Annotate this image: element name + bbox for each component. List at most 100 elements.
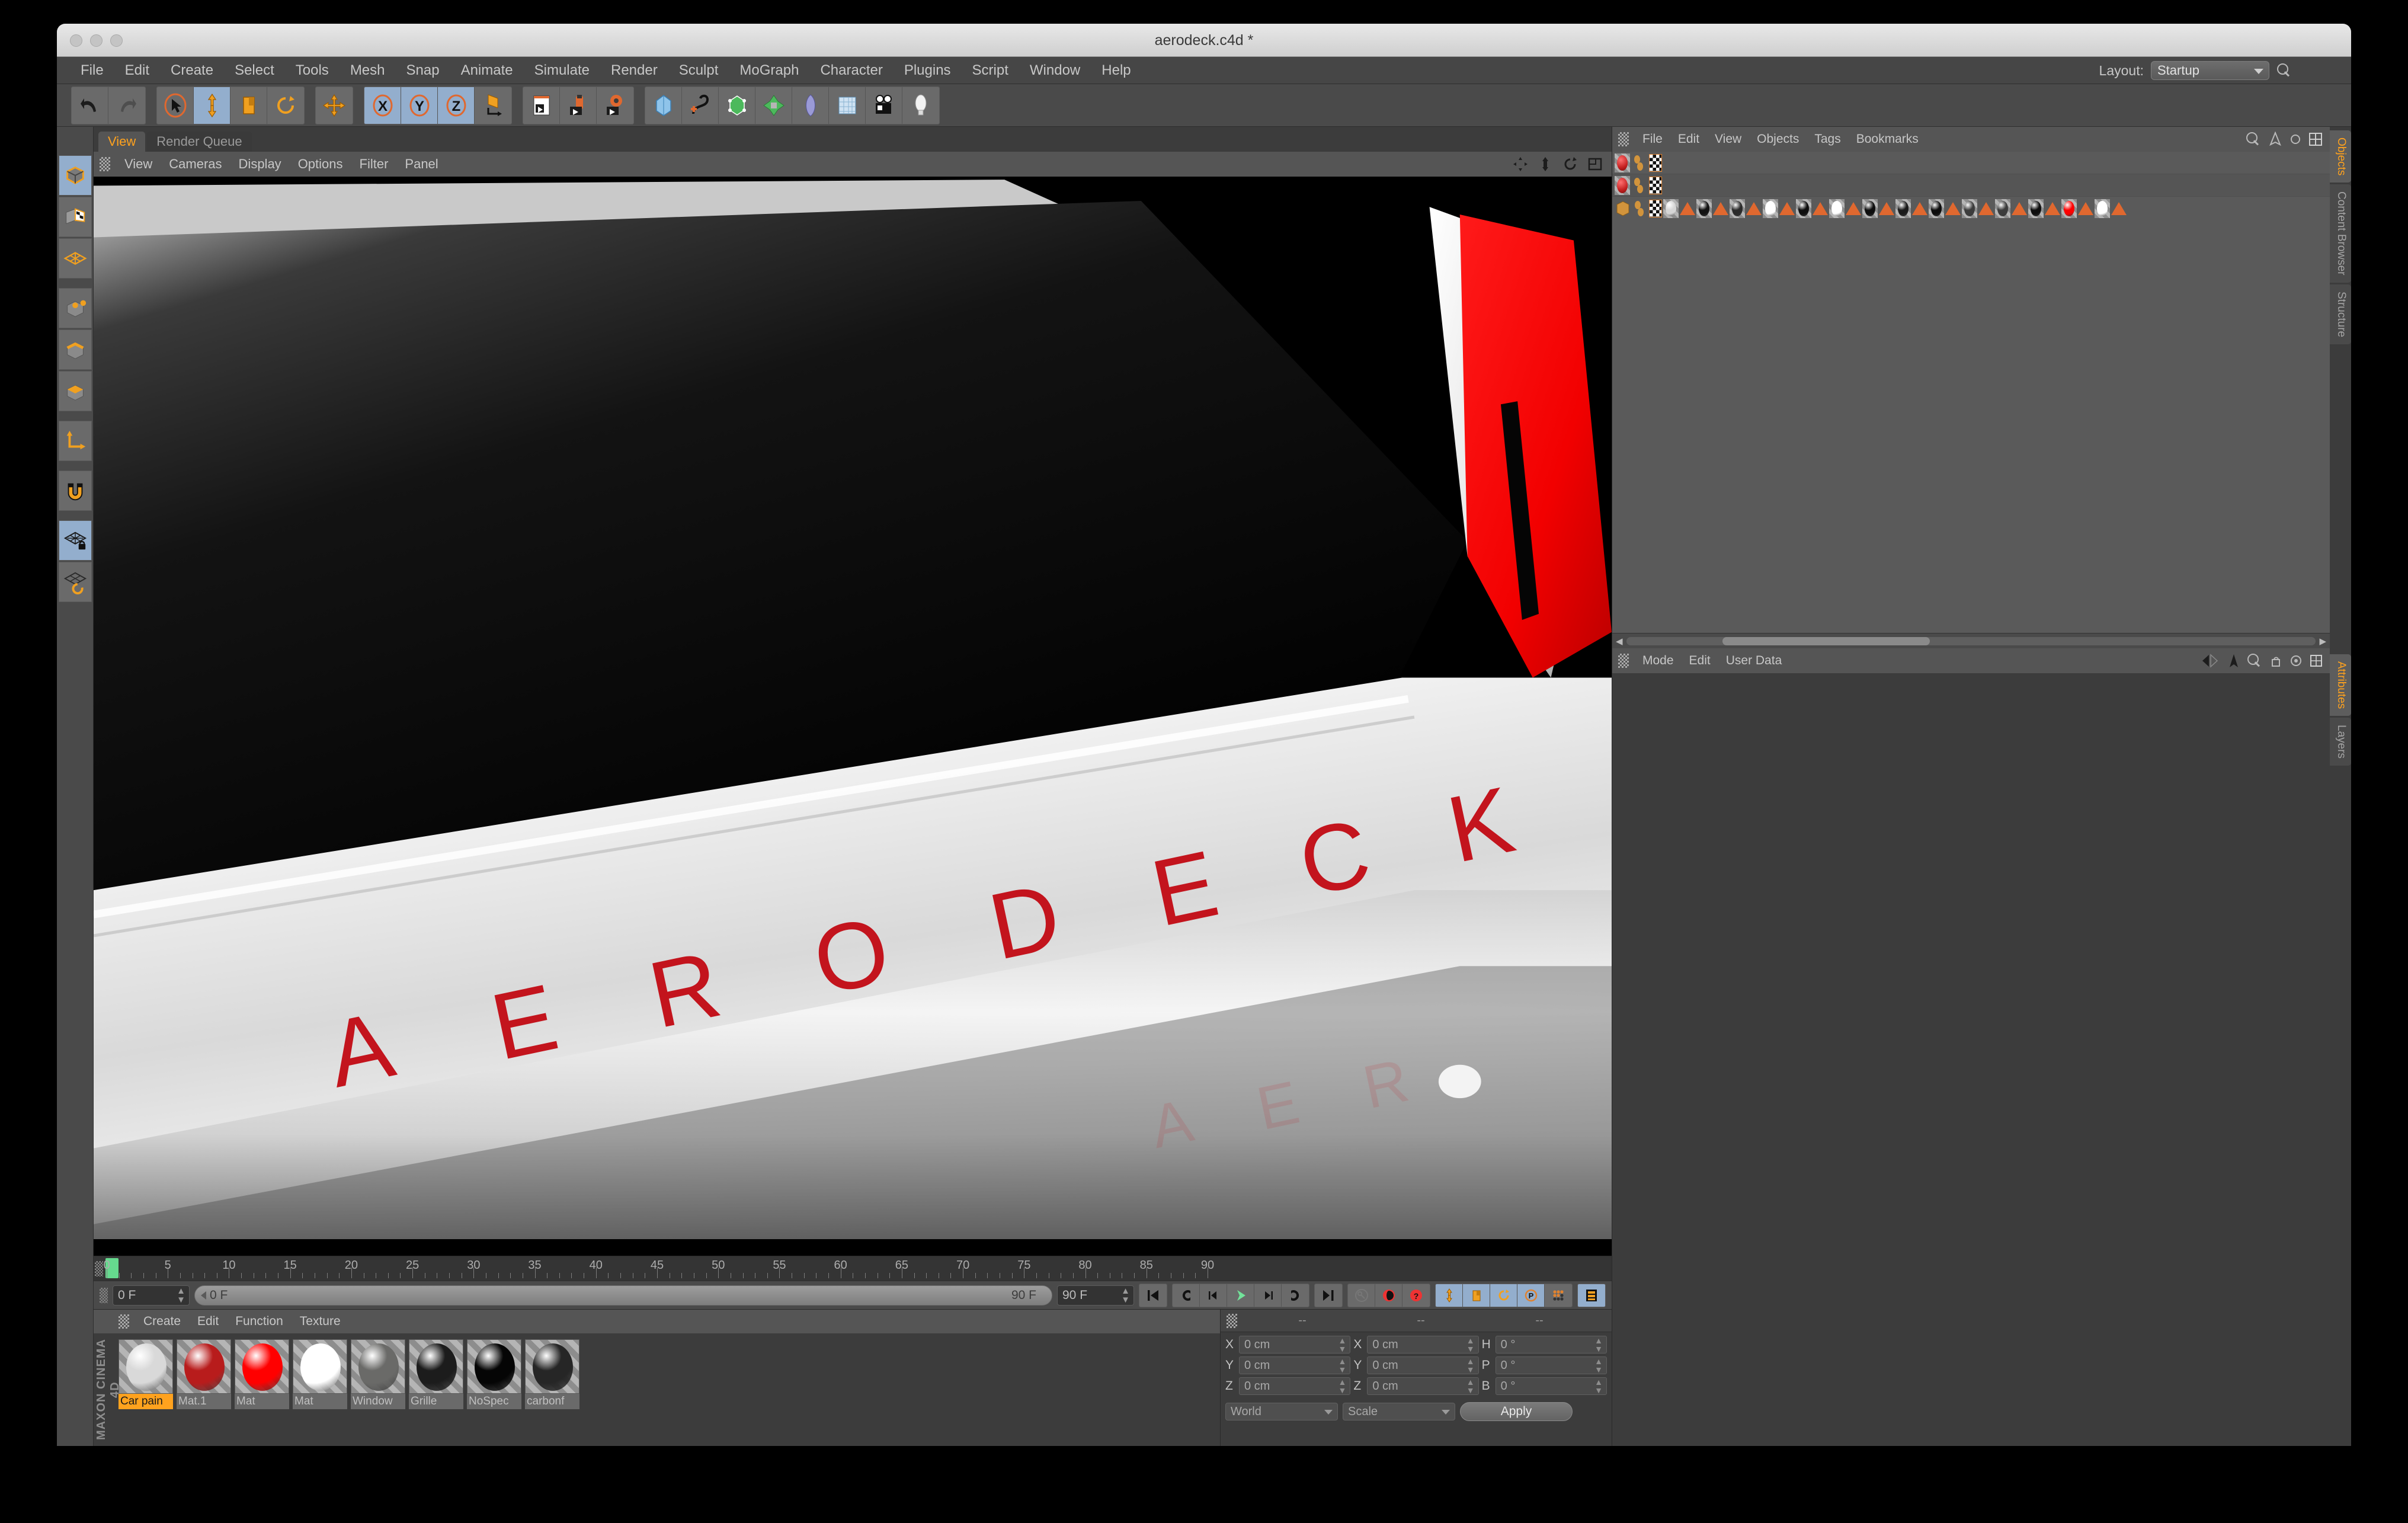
model-mode-button[interactable] <box>58 155 92 196</box>
material-tag-swatch[interactable] <box>1829 199 1845 218</box>
object-menu-bookmarks[interactable]: Bookmarks <box>1849 132 1926 146</box>
object-menu-objects[interactable]: Objects <box>1749 132 1807 146</box>
material-thumbnail[interactable] <box>525 1339 579 1394</box>
scrollbar-thumb[interactable] <box>1722 636 1930 645</box>
material-thumbnail[interactable] <box>177 1339 231 1394</box>
material-menu-edit[interactable]: Edit <box>189 1314 227 1329</box>
object-icon[interactable] <box>1615 199 1631 219</box>
material-tag-swatch[interactable] <box>2028 199 2044 218</box>
viewport-menu-panel[interactable]: Panel <box>396 156 446 172</box>
material-tag-swatch[interactable] <box>2061 199 2077 218</box>
panel-grip-icon[interactable] <box>119 1314 129 1329</box>
circle-icon[interactable] <box>2289 133 2301 145</box>
menu-item-mograph[interactable]: MoGraph <box>729 57 809 84</box>
window-controls[interactable] <box>70 34 123 47</box>
material-name[interactable]: carbonf <box>525 1394 579 1409</box>
scroll-left-icon[interactable]: ◀ <box>1616 636 1623 647</box>
material-name[interactable]: Grille <box>409 1394 463 1409</box>
coordinate-rot-input[interactable]: 0 ° ▲ ▼ <box>1495 1336 1607 1354</box>
pan-icon[interactable] <box>1512 156 1529 172</box>
material-menu-texture[interactable]: Texture <box>292 1314 349 1329</box>
attribute-menu-user-data[interactable]: User Data <box>1718 654 1790 668</box>
record-scale-button[interactable] <box>1463 1284 1490 1307</box>
back-forward-icon[interactable] <box>2201 654 2221 668</box>
record-position-button[interactable] <box>1436 1284 1463 1307</box>
spinner-icon[interactable]: ▲ ▼ <box>1594 1357 1603 1374</box>
menu-item-mesh[interactable]: Mesh <box>340 57 396 84</box>
texture-projection-icon[interactable] <box>1945 202 1961 215</box>
planar-workplane-button[interactable] <box>58 562 92 602</box>
pin-icon[interactable] <box>2228 653 2240 668</box>
material-item[interactable]: NoSpec <box>467 1339 521 1409</box>
rotate-icon[interactable] <box>1562 156 1578 172</box>
render-view-button[interactable] <box>523 87 560 124</box>
material-item[interactable]: Window <box>351 1339 405 1409</box>
zoom-button[interactable] <box>110 34 123 47</box>
texture-projection-icon[interactable] <box>1846 202 1861 215</box>
texture-projection-icon[interactable] <box>1680 202 1695 215</box>
object-material-swatch[interactable] <box>1615 153 1630 172</box>
scale-tool[interactable] <box>230 87 267 124</box>
material-thumbnail[interactable] <box>351 1339 405 1394</box>
object-list[interactable] <box>1612 152 2330 633</box>
add-scene-button[interactable] <box>792 87 829 124</box>
material-name[interactable]: NoSpec <box>467 1394 521 1409</box>
material-item[interactable]: Mat <box>235 1339 289 1409</box>
spinner-icon[interactable]: ▲ ▼ <box>1338 1378 1346 1394</box>
coordinate-size-input[interactable]: 0 cm ▲ ▼ <box>1367 1356 1479 1374</box>
viewport-menu-view[interactable]: View <box>116 156 161 172</box>
live-selection-tool[interactable] <box>157 87 194 124</box>
coordinate-pos-input[interactable]: 0 cm ▲ ▼ <box>1239 1377 1351 1395</box>
table-row[interactable] <box>1612 174 2330 197</box>
keyframe-dots-button[interactable] <box>1545 1284 1572 1307</box>
coordinate-rot-input[interactable]: 0 ° ▲ ▼ <box>1495 1356 1607 1374</box>
spinner-icon[interactable]: ▲ ▼ <box>1466 1357 1475 1374</box>
material-thumbnail[interactable] <box>409 1339 463 1394</box>
menu-item-window[interactable]: Window <box>1019 57 1091 84</box>
add-generator-button[interactable] <box>719 87 755 124</box>
go-to-end-button[interactable] <box>1315 1284 1342 1307</box>
texture-projection-icon[interactable] <box>1879 202 1894 215</box>
panel-grip-icon[interactable] <box>1618 654 1629 668</box>
tag-icon[interactable] <box>1632 199 1648 218</box>
material-item[interactable]: Mat.1 <box>177 1339 231 1409</box>
menu-item-help[interactable]: Help <box>1091 57 1141 84</box>
play-loop-button[interactable] <box>1282 1284 1309 1307</box>
material-tag-swatch[interactable] <box>1763 199 1778 218</box>
panel-grip-icon[interactable] <box>1618 132 1629 146</box>
autokey-button[interactable] <box>1348 1284 1375 1307</box>
object-material-swatch[interactable] <box>1615 175 1630 195</box>
add-deformer-button[interactable] <box>755 87 792 124</box>
menu-item-edit[interactable]: Edit <box>114 57 160 84</box>
edges-mode-button[interactable] <box>58 329 92 370</box>
texture-projection-icon[interactable] <box>2045 202 2060 215</box>
texture-projection-icon[interactable] <box>2012 202 2027 215</box>
workplane-mode-button[interactable] <box>58 238 92 279</box>
rotate-tool[interactable] <box>267 87 304 124</box>
material-tag-swatch[interactable] <box>1730 199 1745 218</box>
object-menu-edit[interactable]: Edit <box>1670 132 1707 146</box>
object-manager-scrollbar[interactable]: ◀ ▶ <box>1612 633 2330 648</box>
render-region-button[interactable] <box>560 87 597 124</box>
spinner-icon[interactable]: ▲ ▼ <box>1466 1378 1475 1394</box>
end-frame-field[interactable]: 90 F ▲ ▼ <box>1057 1285 1134 1306</box>
coord-system-dropdown[interactable]: World <box>1225 1403 1338 1420</box>
material-name[interactable]: Window <box>351 1394 405 1409</box>
record-rotation-button[interactable] <box>1490 1284 1517 1307</box>
tab-view[interactable]: View <box>98 132 146 152</box>
previous-frame-button[interactable] <box>1200 1284 1227 1307</box>
enable-snap-button[interactable] <box>58 471 92 511</box>
material-item[interactable]: carbonf <box>525 1339 579 1409</box>
coordinate-pos-input[interactable]: 0 cm ▲ ▼ <box>1239 1336 1351 1354</box>
axis-z-lock[interactable]: Z <box>438 87 475 124</box>
material-thumbnail[interactable] <box>235 1339 289 1394</box>
texture-projection-icon[interactable] <box>2111 202 2127 215</box>
keyframe-selection-button[interactable]: ? <box>1402 1284 1430 1307</box>
texture-projection-icon[interactable] <box>1713 202 1728 215</box>
undo-button[interactable] <box>72 87 108 124</box>
spinner-icon[interactable]: ▲ ▼ <box>1466 1336 1475 1353</box>
search-icon[interactable] <box>2246 132 2261 147</box>
texture-tag-icon[interactable] <box>1649 153 1662 172</box>
texture-projection-icon[interactable] <box>1813 202 1828 215</box>
texture-projection-icon[interactable] <box>1912 202 1927 215</box>
